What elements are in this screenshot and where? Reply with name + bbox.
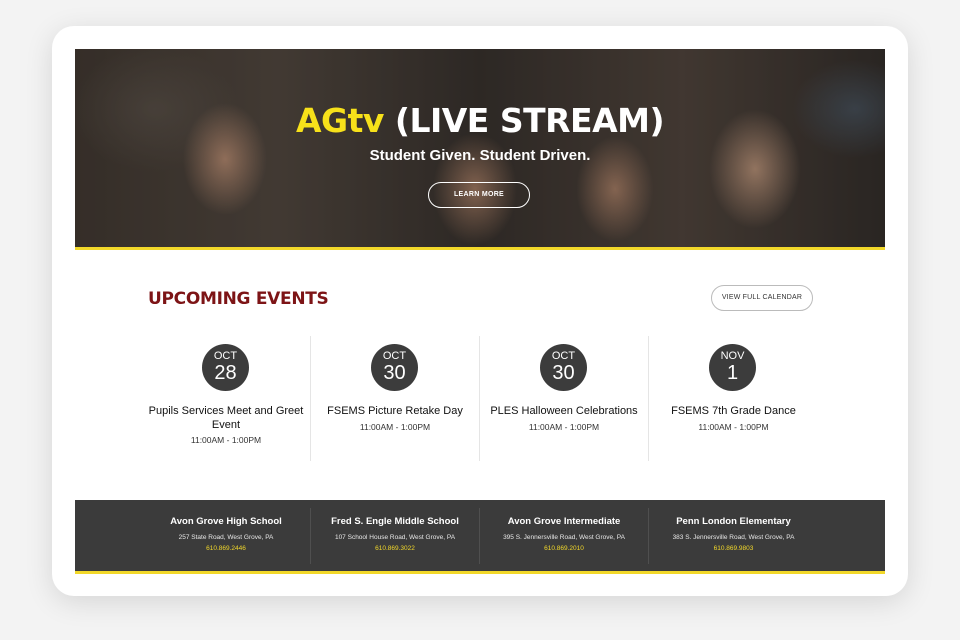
event-month: OCT bbox=[382, 350, 407, 362]
event-time: 11:00AM - 1:00PM bbox=[698, 422, 769, 432]
event-time: 11:00AM - 1:00PM bbox=[359, 422, 431, 432]
event-month: NOV bbox=[720, 350, 745, 362]
event-date-badge: OCT 28 bbox=[202, 344, 249, 391]
hero-banner: AGtv (LIVE STREAM) Student Given. Studen… bbox=[75, 49, 885, 247]
hero-title: AGtv (LIVE STREAM) bbox=[75, 101, 885, 140]
school-name[interactable]: Penn London Elementary bbox=[649, 516, 818, 527]
event-time: 11:00AM - 1:00PM bbox=[190, 435, 262, 445]
hero-title-rest: (LIVE STREAM) bbox=[383, 101, 665, 140]
view-full-calendar-button[interactable]: VIEW FULL CALENDAR bbox=[711, 285, 813, 311]
school-phone[interactable]: 610.869.3022 bbox=[311, 545, 479, 552]
school-phone[interactable]: 610.869.2010 bbox=[480, 545, 648, 552]
event-card[interactable]: OCT 30 FSEMS Picture Retake Day 11:00AM … bbox=[311, 336, 480, 461]
hero-divider bbox=[75, 247, 885, 250]
school-address: 395 S. Jennersville Road, West Grove, PA bbox=[503, 534, 625, 541]
footer-schools: Avon Grove High School 257 State Road, W… bbox=[75, 500, 885, 571]
school-phone[interactable]: 610.869.9803 bbox=[649, 545, 818, 552]
school-address: 257 State Road, West Grove, PA bbox=[178, 534, 274, 541]
event-card[interactable]: OCT 28 Pupils Services Meet and Greet Ev… bbox=[142, 336, 311, 461]
website-screen: AGtv (LIVE STREAM) Student Given. Studen… bbox=[75, 49, 885, 574]
school-card: Avon Grove High School 257 State Road, W… bbox=[142, 508, 311, 564]
school-address: 107 School House Road, West Grove, PA bbox=[334, 534, 456, 541]
event-name[interactable]: FSEMS 7th Grade Dance bbox=[655, 404, 812, 418]
school-name[interactable]: Avon Grove Intermediate bbox=[480, 516, 648, 527]
event-date-badge: NOV 1 bbox=[709, 344, 756, 391]
event-day: 30 bbox=[552, 362, 575, 384]
event-name[interactable]: Pupils Services Meet and Greet Event bbox=[148, 404, 304, 432]
event-time: 11:00AM - 1:00PM bbox=[528, 422, 600, 432]
footer-divider bbox=[75, 571, 885, 574]
school-name[interactable]: Fred S. Engle Middle School bbox=[311, 516, 479, 527]
event-day: 1 bbox=[726, 362, 739, 384]
hero-title-accent: AGtv bbox=[295, 101, 384, 140]
school-phone[interactable]: 610.869.2446 bbox=[142, 545, 310, 552]
school-address: 383 S. Jennersville Road, West Grove, PA bbox=[672, 534, 795, 541]
event-month: OCT bbox=[551, 350, 576, 362]
event-date-badge: OCT 30 bbox=[371, 344, 418, 391]
event-date-badge: OCT 30 bbox=[540, 344, 587, 391]
event-card[interactable]: NOV 1 FSEMS 7th Grade Dance 11:00AM - 1:… bbox=[649, 336, 818, 461]
school-card: Avon Grove Intermediate 395 S. Jennersvi… bbox=[480, 508, 649, 564]
school-name[interactable]: Avon Grove High School bbox=[142, 516, 310, 527]
event-card[interactable]: OCT 30 PLES Halloween Celebrations 11:00… bbox=[480, 336, 649, 461]
learn-more-button[interactable]: LEARN MORE bbox=[428, 182, 530, 208]
school-list: Avon Grove High School 257 State Road, W… bbox=[142, 508, 818, 564]
school-card: Penn London Elementary 383 S. Jennersvil… bbox=[649, 508, 818, 564]
school-card: Fred S. Engle Middle School 107 School H… bbox=[311, 508, 480, 564]
hero-subtitle: Student Given. Student Driven. bbox=[369, 147, 591, 164]
upcoming-events-heading: UPCOMING EVENTS bbox=[148, 289, 329, 309]
event-day: 30 bbox=[383, 362, 406, 384]
event-name[interactable]: FSEMS Picture Retake Day bbox=[317, 404, 473, 418]
event-month: OCT bbox=[213, 350, 238, 362]
events-list: OCT 28 Pupils Services Meet and Greet Ev… bbox=[142, 336, 818, 461]
event-day: 28 bbox=[214, 362, 237, 384]
event-name[interactable]: PLES Halloween Celebrations bbox=[486, 404, 642, 418]
